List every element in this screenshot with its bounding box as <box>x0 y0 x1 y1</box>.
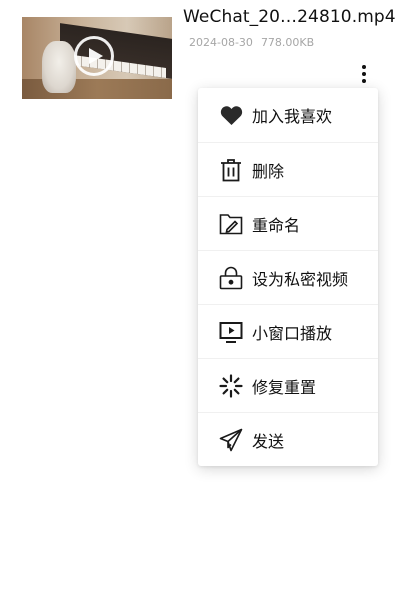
lock-icon <box>219 266 243 290</box>
repair-reset-icon <box>219 373 243 398</box>
file-date: 2024-08-30 <box>189 36 253 49</box>
menu-item-delete[interactable]: 删除 <box>198 142 378 196</box>
send-icon <box>219 428 243 452</box>
menu-item-label: 设为私密视频 <box>252 269 349 289</box>
file-meta: 2024-08-30 778.00KB <box>189 36 314 49</box>
menu-item-private[interactable]: 设为私密视频 <box>198 250 378 304</box>
play-icon[interactable] <box>74 36 114 76</box>
menu-item-label: 修复重置 <box>252 377 317 397</box>
menu-item-pip[interactable]: 小窗口播放 <box>198 304 378 358</box>
heart-icon <box>219 103 243 127</box>
menu-item-label: 小窗口播放 <box>252 323 333 343</box>
menu-item-label: 重命名 <box>252 215 301 235</box>
menu-item-favorite[interactable]: 加入我喜欢 <box>198 88 378 142</box>
menu-item-label: 删除 <box>252 161 285 181</box>
menu-item-send[interactable]: 发送 <box>198 412 378 466</box>
folder-edit-icon <box>219 212 243 236</box>
file-size: 778.00KB <box>260 36 315 49</box>
menu-item-label: 发送 <box>252 431 285 451</box>
trash-icon <box>219 158 243 182</box>
file-name: WeChat_20…24810.mp4 <box>183 7 396 27</box>
more-vertical-icon <box>362 65 366 69</box>
more-options-button[interactable] <box>354 62 374 86</box>
picture-in-picture-icon <box>219 320 243 344</box>
thumbnail-cat <box>42 41 76 93</box>
menu-item-rename[interactable]: 重命名 <box>198 196 378 250</box>
video-thumbnail[interactable] <box>22 17 172 99</box>
menu-item-label: 加入我喜欢 <box>252 107 333 126</box>
menu-item-repair[interactable]: 修复重置 <box>198 358 378 412</box>
context-menu: 加入我喜欢 删除 重命名 设为私密视频 小窗口播放 修复重置 发送 <box>198 88 378 466</box>
